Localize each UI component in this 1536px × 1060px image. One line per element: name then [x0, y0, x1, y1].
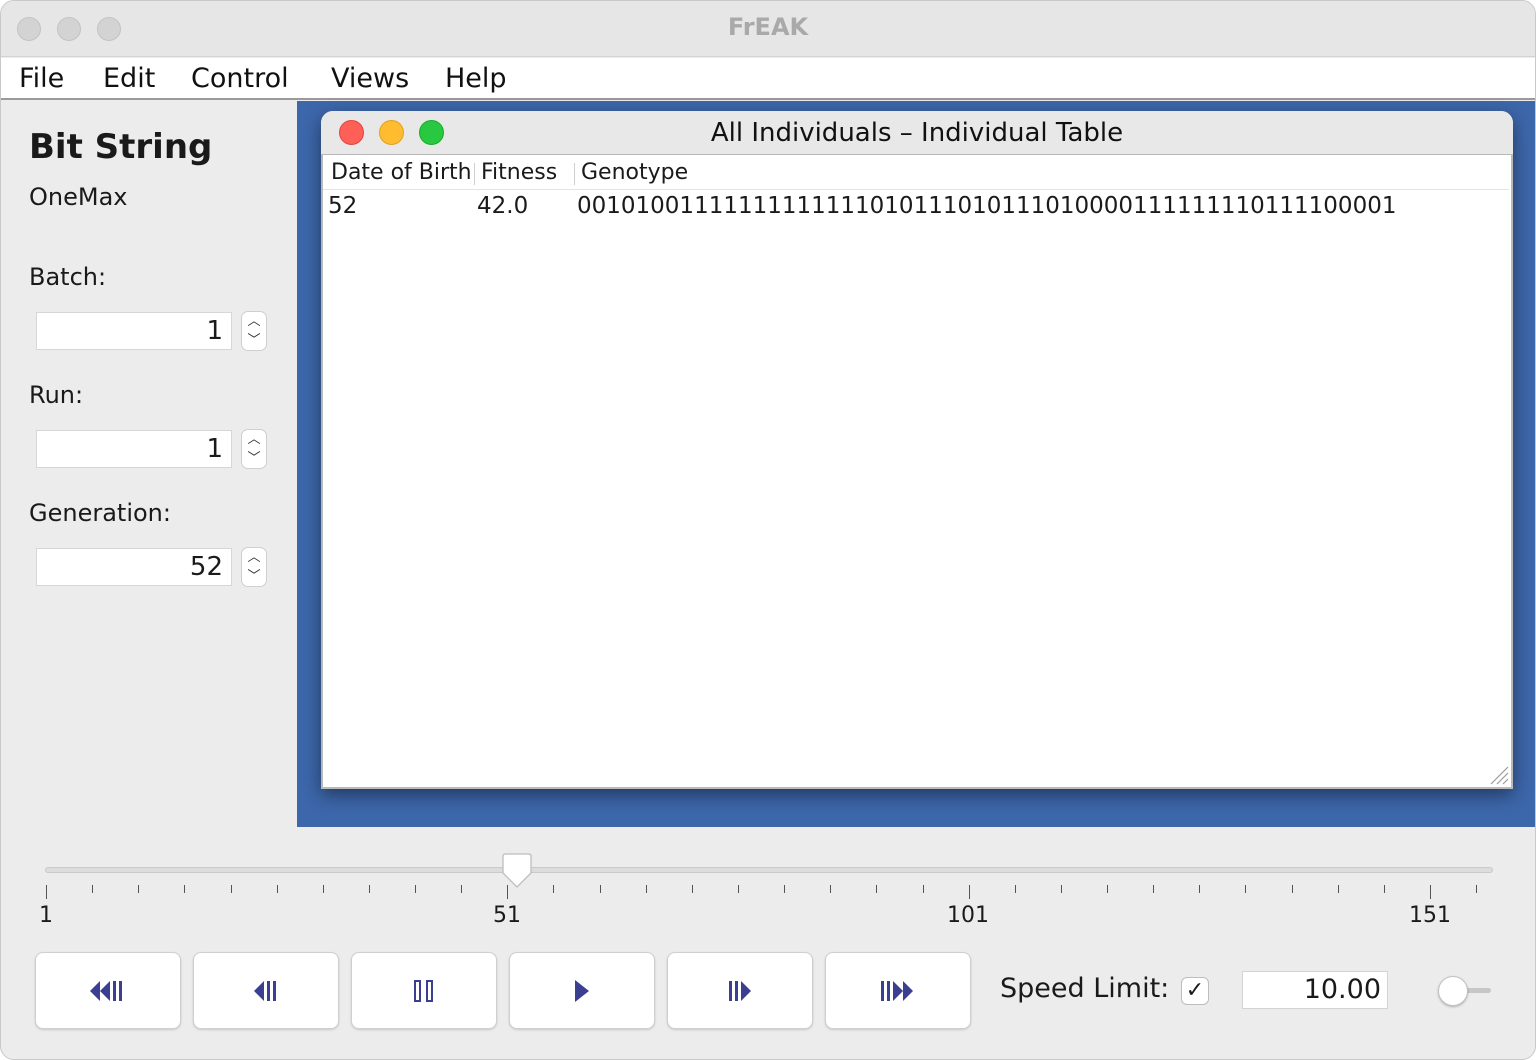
speed-limit-label: Speed Limit: [1000, 973, 1170, 1004]
slider-tick [1337, 885, 1339, 893]
slider-tick [784, 885, 786, 893]
column-header-date[interactable]: Date of Birth [325, 160, 472, 185]
slider-tick [322, 885, 324, 893]
fast-forward-button[interactable] [825, 952, 971, 1029]
window-title: FrEAK [727, 13, 809, 41]
slider-tick [184, 885, 186, 893]
run-field[interactable]: 1 [36, 430, 232, 468]
slider-tick [138, 885, 140, 893]
problem-title: Bit String [29, 127, 213, 167]
slider-tick [1107, 885, 1109, 893]
menu-views[interactable]: Views [331, 63, 409, 94]
slider-tick [276, 885, 278, 893]
cell-fitness: 42.0 [477, 193, 529, 219]
rewind-button[interactable] [35, 952, 181, 1029]
app-window: FrEAK File Edit Control Views Help Bit S… [0, 0, 1536, 1060]
batch-label: Batch: [29, 263, 107, 291]
cell-genotype: 0010100111111111111101011101011101000011… [577, 193, 1397, 219]
run-label: Run: [29, 381, 84, 409]
pause-button[interactable] [351, 952, 497, 1029]
run-spinner[interactable]: ︿ ﹀ [241, 429, 267, 469]
title-bar: FrEAK [1, 1, 1535, 57]
tick-label: 1 [39, 903, 53, 928]
tick-label: 101 [947, 903, 989, 928]
slider-tick [922, 885, 924, 893]
slider-tick [830, 885, 832, 893]
fast-forward-icon [881, 980, 913, 1001]
menu-help[interactable]: Help [445, 63, 507, 94]
slider-tick [46, 885, 47, 899]
table-header: Date of Birth Fitness Genotype [323, 156, 1509, 190]
pause-icon [414, 979, 433, 1002]
tick-label: 51 [493, 903, 521, 928]
slider-tick [738, 885, 739, 893]
chevron-up-icon[interactable]: ︿ [242, 548, 266, 567]
slider-tick [1476, 885, 1478, 893]
play-button[interactable] [509, 952, 655, 1029]
chevron-down-icon[interactable]: ﹀ [242, 567, 266, 586]
play-icon [575, 979, 589, 1002]
slider-tick [1153, 885, 1155, 893]
chevron-down-icon[interactable]: ﹀ [242, 449, 266, 468]
cell-date-of-birth: 52 [328, 193, 358, 219]
slider-tick [691, 885, 693, 893]
generation-label: Generation: [29, 499, 171, 527]
slider-tick [1245, 885, 1247, 893]
slider-tick [415, 885, 417, 893]
column-header-genotype[interactable]: Genotype [575, 160, 688, 185]
slider-tick [1291, 885, 1293, 893]
speed-limit-checkbox[interactable]: ✓ [1181, 977, 1209, 1005]
generation-slider[interactable] [45, 867, 1493, 873]
status-panel: Bit String OneMax Batch: 1 ︿ ﹀ Run: 1 ︿ … [1, 101, 297, 827]
slider-thumb[interactable] [500, 853, 534, 889]
internal-title-bar[interactable]: All Individuals – Individual Table [321, 111, 1513, 155]
slider-tick [968, 885, 970, 899]
resize-grip-icon[interactable] [1489, 765, 1509, 785]
generation-spinner[interactable]: ︿ ﹀ [241, 547, 267, 587]
step-forward-icon [729, 980, 751, 1001]
slider-tick [461, 885, 463, 893]
chevron-down-icon[interactable]: ﹀ [242, 331, 266, 350]
speed-slider-thumb[interactable] [1438, 976, 1468, 1006]
slider-tick [1383, 885, 1385, 893]
tick-label: 151 [1409, 903, 1451, 928]
slider-tick [368, 885, 370, 893]
slider-tick [1199, 885, 1201, 893]
rewind-icon [90, 980, 122, 1001]
slider-tick [1014, 885, 1016, 893]
batch-spinner[interactable]: ︿ ﹀ [241, 311, 267, 351]
slider-tick [1060, 885, 1062, 893]
speed-limit-field[interactable]: 10.00 [1242, 971, 1388, 1009]
batch-field[interactable]: 1 [36, 312, 232, 350]
chevron-up-icon[interactable]: ︿ [242, 430, 266, 449]
chevron-up-icon[interactable]: ︿ [242, 312, 266, 331]
step-back-icon [254, 980, 276, 1001]
menu-bar: File Edit Control Views Help [1, 58, 1535, 100]
internal-window-title: All Individuals – Individual Table [710, 118, 1124, 148]
generation-field[interactable]: 52 [36, 548, 232, 586]
slider-tick [876, 885, 878, 893]
menu-edit[interactable]: Edit [103, 63, 155, 94]
slider-tick [1430, 885, 1431, 899]
slider-tick [645, 885, 647, 893]
table-frame [321, 155, 1513, 789]
slider-tick [553, 885, 555, 893]
problem-subtitle: OneMax [29, 183, 128, 211]
menu-control[interactable]: Control [191, 63, 289, 94]
slider-tick [92, 885, 94, 893]
individual-table-window: All Individuals – Individual Table Date … [321, 111, 1513, 789]
step-forward-button[interactable] [667, 952, 813, 1029]
column-header-fitness[interactable]: Fitness [475, 160, 557, 185]
step-back-button[interactable] [193, 952, 339, 1029]
slider-tick [230, 885, 232, 893]
menu-file[interactable]: File [19, 63, 64, 94]
slider-tick [599, 885, 601, 893]
